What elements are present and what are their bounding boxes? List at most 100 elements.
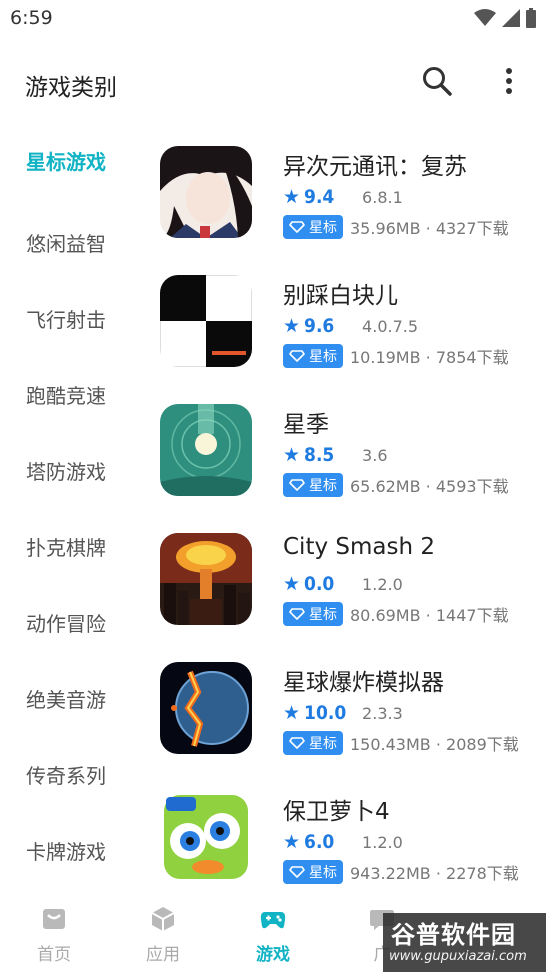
list-item[interactable]: 异次元通讯：复苏 ★ 9.4 6.8.1 星标 35.96MB · 4327下载	[160, 143, 540, 272]
sidebar-item-label: 传奇系列	[26, 763, 106, 788]
battery-icon	[526, 8, 536, 28]
sidebar-item-label: 动作冒险	[26, 611, 106, 636]
rating-score: 8.5	[304, 444, 335, 466]
sidebar-item-music-games[interactable]: 绝美音游	[0, 660, 140, 736]
nav-label: 应用	[146, 945, 180, 965]
star-icon: ★	[283, 315, 301, 337]
diamond-icon	[289, 737, 305, 749]
nav-apps[interactable]: 应用	[123, 906, 203, 965]
diamond-icon	[289, 350, 305, 362]
rating-score: 9.4	[304, 186, 335, 208]
rating-score: 0.0	[304, 573, 335, 595]
diamond-icon	[289, 479, 305, 491]
sidebar-item-label: 跑酷竞速	[26, 383, 106, 408]
nav-games[interactable]: 游戏	[233, 906, 313, 965]
cellular-signal-icon	[502, 9, 520, 27]
game-icon-planet-explosion	[160, 662, 252, 754]
star-badge: 星标	[283, 215, 343, 239]
star-icon: ★	[283, 831, 301, 853]
size-downloads: 943.22MB · 2278下载	[350, 864, 519, 883]
star-icon: ★	[283, 186, 301, 208]
rating-score: 10.0	[304, 702, 347, 724]
game-icon-star-season	[160, 404, 252, 496]
sidebar-item-tower-defense[interactable]: 塔防游戏	[0, 432, 140, 508]
diamond-icon	[289, 221, 305, 233]
rating-score: 9.6	[304, 315, 335, 337]
game-icon-carrot-defense	[160, 791, 252, 883]
size-downloads: 80.69MB · 1447下载	[350, 606, 509, 625]
list-item[interactable]: 星球爆炸模拟器 ★ 10.0 2.3.3 星标 150.43MB · 2089下…	[160, 659, 540, 788]
sidebar-item-label: 卡牌游戏	[26, 839, 106, 864]
app-header: 游戏类别	[0, 52, 546, 112]
sidebar-item-legend-series[interactable]: 传奇系列	[0, 736, 140, 812]
game-icon-piano-tiles	[160, 275, 252, 367]
page-title: 游戏类别	[25, 75, 117, 101]
search-icon[interactable]	[420, 64, 454, 98]
star-badge: 星标	[283, 473, 343, 497]
game-title: 保卫萝卜4	[283, 799, 390, 825]
sidebar-item-casual-puzzle[interactable]: 悠闲益智	[0, 204, 140, 280]
sidebar-item-label: 塔防游戏	[26, 459, 106, 484]
sidebar-item-parkour-racing[interactable]: 跑酷竞速	[0, 356, 140, 432]
sidebar-item-label: 飞行射击	[26, 307, 106, 332]
wifi-icon	[474, 9, 496, 26]
watermark-logo: 谷普软件园 www.gupuxiazai.com	[383, 913, 546, 972]
list-item[interactable]: 别踩白块儿 ★ 9.6 4.0.7.5 星标 10.19MB · 7854下载	[160, 272, 540, 401]
game-title: City Smash 2	[283, 534, 435, 560]
game-version: 2.3.3	[362, 703, 403, 723]
sidebar-item-flight-shooting[interactable]: 飞行射击	[0, 280, 140, 356]
status-bar: 6:59	[0, 0, 546, 38]
game-rating: ★ 6.0 1.2.0	[283, 830, 403, 854]
size-downloads: 35.96MB · 4327下载	[350, 219, 509, 238]
star-icon: ★	[283, 573, 301, 595]
game-rating: ★ 9.6 4.0.7.5	[283, 314, 418, 338]
cube-icon	[151, 907, 175, 931]
game-rating: ★ 9.4 6.8.1	[283, 185, 403, 209]
status-time: 6:59	[10, 7, 53, 29]
more-options-icon[interactable]	[496, 64, 522, 98]
watermark-title: 谷普软件园	[391, 921, 516, 949]
nav-label: 游戏	[256, 945, 290, 965]
nav-home[interactable]: 首页	[14, 906, 94, 965]
game-version: 4.0.7.5	[362, 316, 419, 336]
size-downloads: 150.43MB · 2089下载	[350, 735, 519, 754]
home-icon	[43, 909, 65, 929]
gamepad-icon	[260, 912, 286, 929]
game-rating: ★ 0.0 1.2.0	[283, 572, 403, 596]
category-sidebar: 星标游戏 悠闲益智 飞行射击 跑酷竞速 塔防游戏 扑克棋牌 动作冒险 绝美音游 …	[0, 128, 140, 888]
game-version: 1.2.0	[362, 574, 403, 594]
sidebar-item-label: 扑克棋牌	[26, 535, 106, 560]
game-title: 星球爆炸模拟器	[283, 670, 444, 696]
sidebar-item-starred-games[interactable]: 星标游戏	[0, 128, 140, 204]
game-icon-city-smash	[160, 533, 252, 625]
star-icon: ★	[283, 702, 301, 724]
star-badge: 星标	[283, 731, 343, 755]
game-rating: ★ 10.0 2.3.3	[283, 701, 403, 725]
diamond-icon	[289, 608, 305, 620]
star-badge: 星标	[283, 344, 343, 368]
game-version: 6.8.1	[362, 187, 403, 207]
game-rating: ★ 8.5 3.6	[283, 443, 388, 467]
list-item[interactable]: 保卫萝卜4 ★ 6.0 1.2.0 星标 943.22MB · 2278下载	[160, 788, 540, 917]
game-version: 3.6	[362, 445, 388, 465]
game-version: 1.2.0	[362, 832, 403, 852]
star-badge: 星标	[283, 860, 343, 884]
game-title: 星季	[283, 412, 329, 438]
star-icon: ★	[283, 444, 301, 466]
size-downloads: 10.19MB · 7854下载	[350, 348, 509, 367]
sidebar-item-label: 绝美音游	[26, 687, 106, 712]
list-item[interactable]: City Smash 2 ★ 0.0 1.2.0 星标 80.69MB · 14…	[160, 530, 540, 659]
sidebar-item-label: 星标游戏	[26, 150, 106, 174]
sidebar-item-action-adventure[interactable]: 动作冒险	[0, 584, 140, 660]
game-title: 别踩白块儿	[283, 283, 398, 309]
sidebar-item-card-games[interactable]: 卡牌游戏	[0, 812, 140, 888]
list-item[interactable]: 星季 ★ 8.5 3.6 星标 65.62MB · 4593下载	[160, 401, 540, 530]
watermark-url: www.gupuxiazai.com	[389, 949, 527, 964]
game-title: 异次元通讯：复苏	[283, 154, 467, 180]
rating-score: 6.0	[304, 831, 335, 853]
sidebar-item-poker-chess[interactable]: 扑克棋牌	[0, 508, 140, 584]
size-downloads: 65.62MB · 4593下载	[350, 477, 509, 496]
game-icon-anime-girl	[160, 146, 252, 238]
diamond-icon	[289, 866, 305, 878]
sidebar-item-label: 悠闲益智	[26, 231, 106, 256]
